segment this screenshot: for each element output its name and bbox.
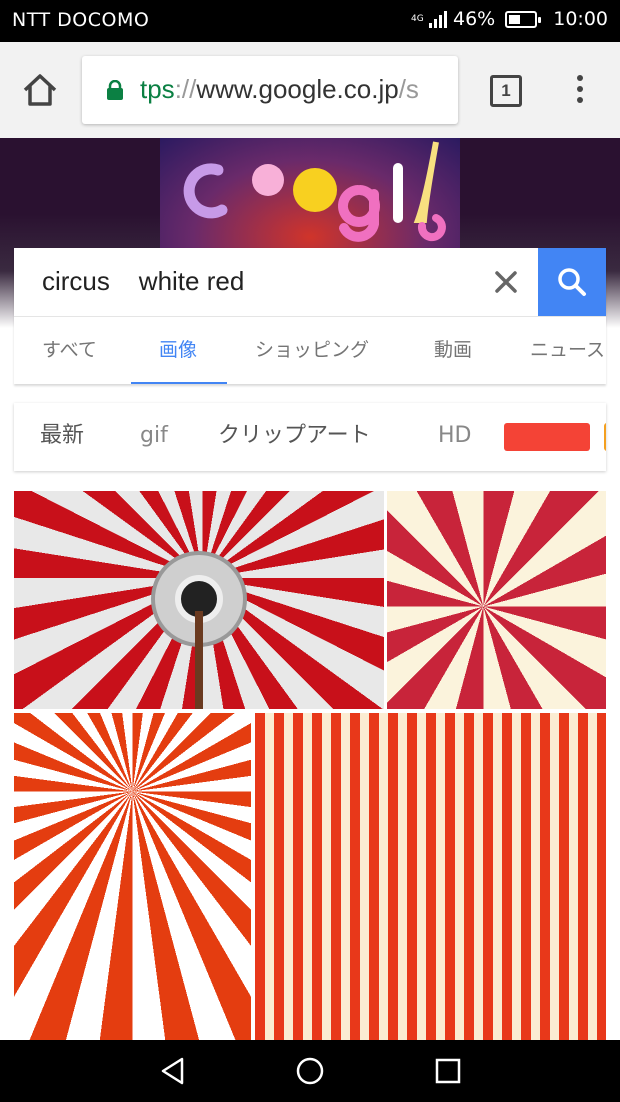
status-bar: NTT DOCOMO 4G 46% 10:00 <box>0 0 620 42</box>
close-icon[interactable] <box>490 266 522 298</box>
search-input[interactable]: circus white red <box>42 266 244 297</box>
search-results-page: circus white red すべて 画像 ショッピング 動画 ニュース 最… <box>0 138 620 1040</box>
lock-icon <box>107 80 123 100</box>
color-chip-orange[interactable] <box>604 423 606 451</box>
chip-clipart[interactable]: クリップアート <box>218 403 371 471</box>
google-doodle-logo[interactable] <box>160 138 460 248</box>
network-type: 4G <box>411 13 424 24</box>
tab-images[interactable]: 画像 <box>159 317 197 384</box>
browser-toolbar: tps://www.google.co.jp/s 1 <box>0 42 620 138</box>
clock: 10:00 <box>553 8 608 30</box>
url-text: tps://www.google.co.jp/s <box>140 74 419 104</box>
tab-videos[interactable]: 動画 <box>434 317 472 384</box>
image-result-stripes[interactable] <box>255 713 606 1040</box>
status-indicators: 4G 46% 10:00 <box>411 8 608 30</box>
search-type-tabs: すべて 画像 ショッピング 動画 ニュース <box>14 316 606 384</box>
signal-icon <box>429 10 447 28</box>
system-nav-bar <box>0 1040 620 1102</box>
tab-all[interactable]: すべて <box>42 317 97 384</box>
tab-switcher-icon[interactable]: 1 <box>490 75 522 107</box>
tab-shopping[interactable]: ショッピング <box>255 317 369 384</box>
battery-percent: 46% <box>453 8 496 30</box>
home-icon[interactable] <box>20 70 60 110</box>
chip-latest[interactable]: 最新 <box>40 403 84 471</box>
recents-icon[interactable] <box>434 1057 462 1085</box>
more-vert-icon[interactable] <box>570 72 590 108</box>
image-result-circus-tent[interactable] <box>14 491 384 709</box>
chip-hd[interactable]: HD <box>438 403 471 471</box>
tab-news[interactable]: ニュース <box>530 317 605 384</box>
search-icon <box>558 268 586 296</box>
chip-gif[interactable]: gif <box>140 403 168 471</box>
active-tab-indicator <box>131 382 227 384</box>
image-result-sunburst-orange[interactable] <box>14 713 251 1040</box>
search-button[interactable] <box>538 248 606 316</box>
color-chip-red[interactable] <box>504 423 590 451</box>
image-result-sunburst-red[interactable] <box>387 491 606 709</box>
back-icon[interactable] <box>158 1056 188 1086</box>
carrier-name: NTT DOCOMO <box>12 9 150 31</box>
search-box: circus white red <box>14 248 606 316</box>
battery-icon <box>505 10 542 28</box>
filter-chips: 最新 gif クリップアート HD <box>14 403 606 471</box>
home-icon[interactable] <box>295 1056 325 1086</box>
address-bar[interactable]: tps://www.google.co.jp/s <box>82 56 458 124</box>
